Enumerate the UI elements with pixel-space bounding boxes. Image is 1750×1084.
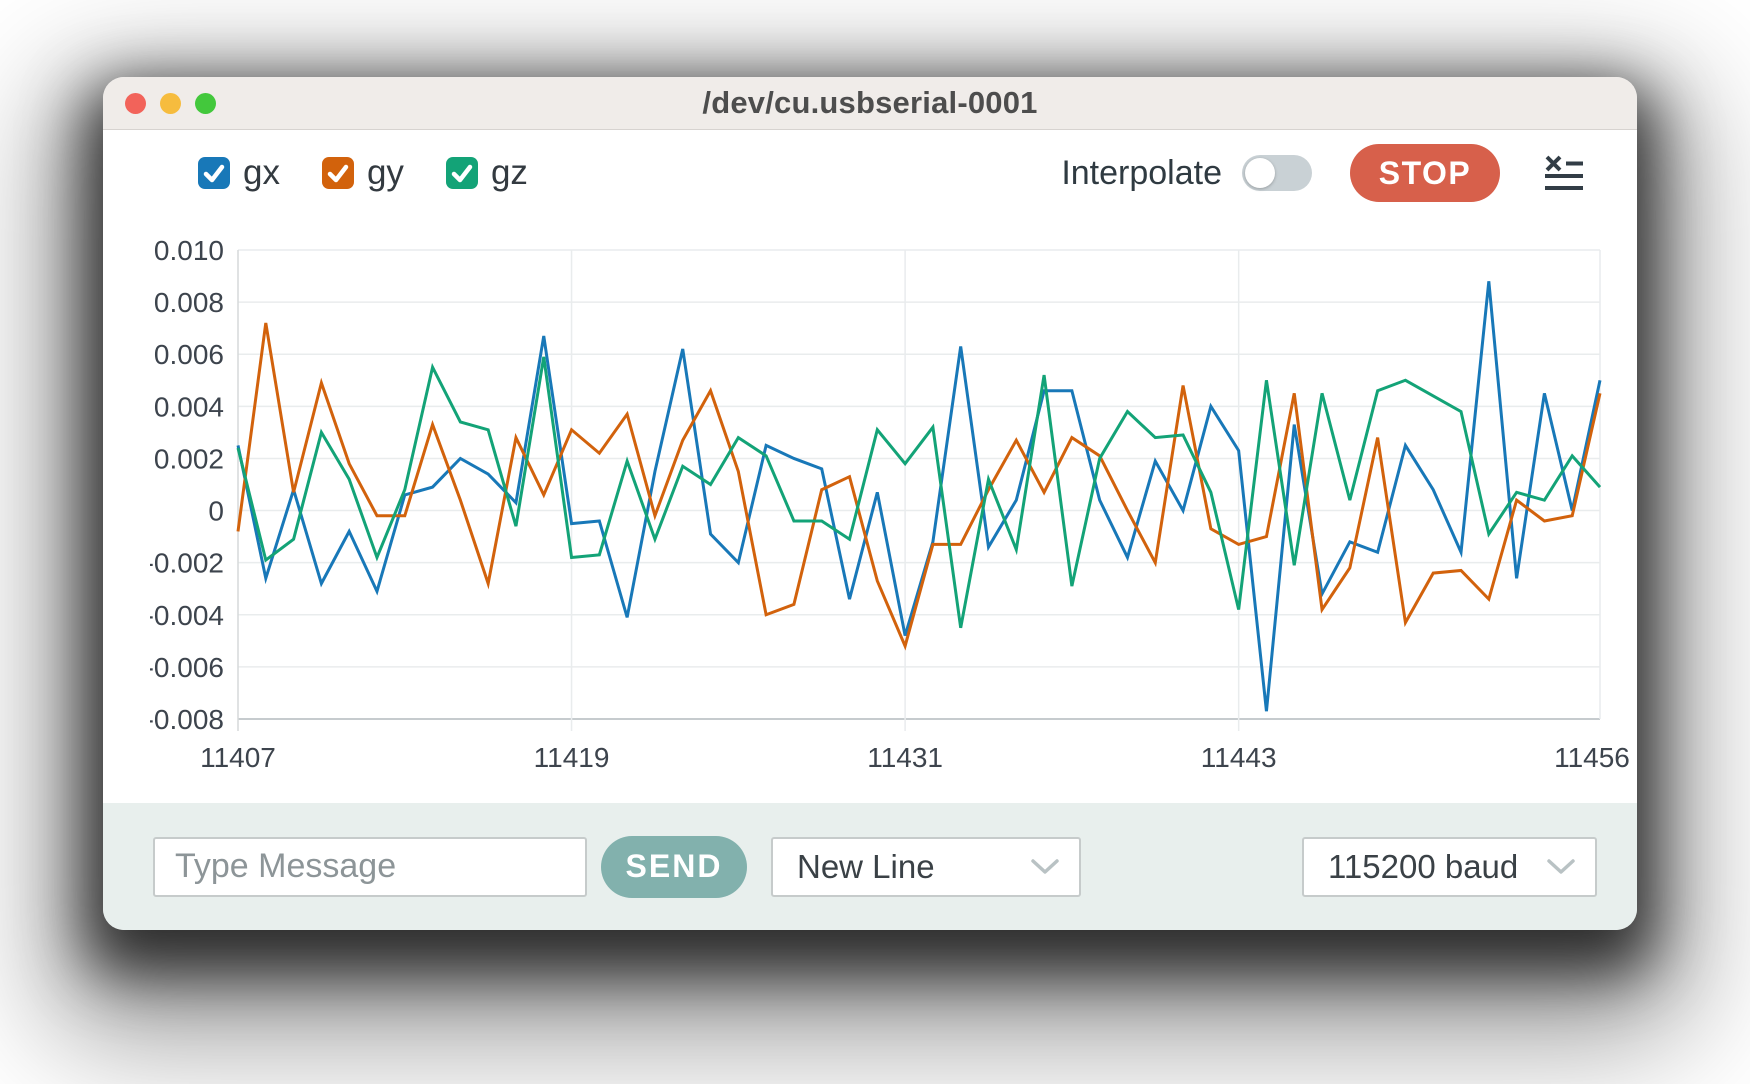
line-ending-value: New Line	[797, 848, 935, 886]
toolbar: gx gy gz Interpolate STOP	[103, 142, 1637, 204]
svg-text:0.004: 0.004	[154, 391, 224, 422]
svg-text:11431: 11431	[867, 742, 943, 773]
gx-checkbox-label: gx	[243, 153, 280, 193]
svg-text:11443: 11443	[1201, 742, 1277, 773]
svg-text:-0.004: -0.004	[150, 600, 224, 631]
app-window: /dev/cu.usbserial-0001 gx gy gz Interpol…	[103, 77, 1637, 930]
message-input[interactable]	[153, 837, 587, 897]
gz-checkbox[interactable]	[446, 157, 478, 189]
send-button[interactable]: SEND	[601, 836, 747, 898]
traffic-lights	[125, 77, 216, 129]
interpolate-toggle[interactable]	[1242, 155, 1312, 191]
bottom-bar: SEND New Line 115200 baud	[103, 803, 1637, 930]
gx-checkbox[interactable]	[198, 157, 230, 189]
svg-text:0: 0	[208, 496, 224, 527]
series-toggle-gx[interactable]: gx	[198, 153, 280, 193]
gz-checkbox-label: gz	[491, 153, 528, 193]
svg-text:0.010: 0.010	[154, 236, 224, 266]
svg-text:11407: 11407	[200, 742, 276, 773]
series-toggle-gz[interactable]: gz	[446, 153, 528, 193]
svg-text:0.006: 0.006	[154, 339, 224, 370]
svg-text:11419: 11419	[534, 742, 610, 773]
svg-text:0.002: 0.002	[154, 443, 224, 474]
svg-text:0.008: 0.008	[154, 287, 224, 318]
check-icon	[322, 157, 354, 189]
line-ending-select[interactable]: New Line	[771, 837, 1081, 897]
minimize-window-button[interactable]	[160, 93, 181, 114]
window-titlebar: /dev/cu.usbserial-0001	[103, 77, 1637, 130]
svg-text:11456: 11456	[1554, 742, 1630, 773]
svg-text:-0.006: -0.006	[150, 652, 224, 683]
close-window-button[interactable]	[125, 93, 146, 114]
interpolate-label: Interpolate	[1061, 154, 1222, 193]
series-toggle-gy[interactable]: gy	[322, 153, 404, 193]
chart-area: 0.010 0.008 0.006 0.004 0.002 0 -0.002 -0.004 -0…	[103, 204, 1637, 803]
baud-rate-select[interactable]: 115200 baud	[1302, 837, 1597, 897]
clear-list-icon[interactable]	[1545, 155, 1583, 191]
toggle-knob	[1245, 158, 1275, 188]
gy-checkbox[interactable]	[322, 157, 354, 189]
zoom-window-button[interactable]	[195, 93, 216, 114]
svg-text:-0.008: -0.008	[150, 704, 224, 735]
chevron-down-icon	[1031, 859, 1059, 875]
gy-checkbox-label: gy	[367, 153, 404, 193]
baud-rate-value: 115200 baud	[1328, 848, 1518, 886]
chevron-down-icon	[1547, 859, 1575, 875]
window-title: /dev/cu.usbserial-0001	[103, 77, 1637, 129]
check-icon	[198, 157, 230, 189]
stop-button[interactable]: STOP	[1350, 144, 1500, 202]
svg-text:-0.002: -0.002	[150, 548, 224, 579]
check-icon	[446, 157, 478, 189]
line-chart: 0.010 0.008 0.006 0.004 0.002 0 -0.002 -0.004 -0…	[150, 236, 1650, 796]
